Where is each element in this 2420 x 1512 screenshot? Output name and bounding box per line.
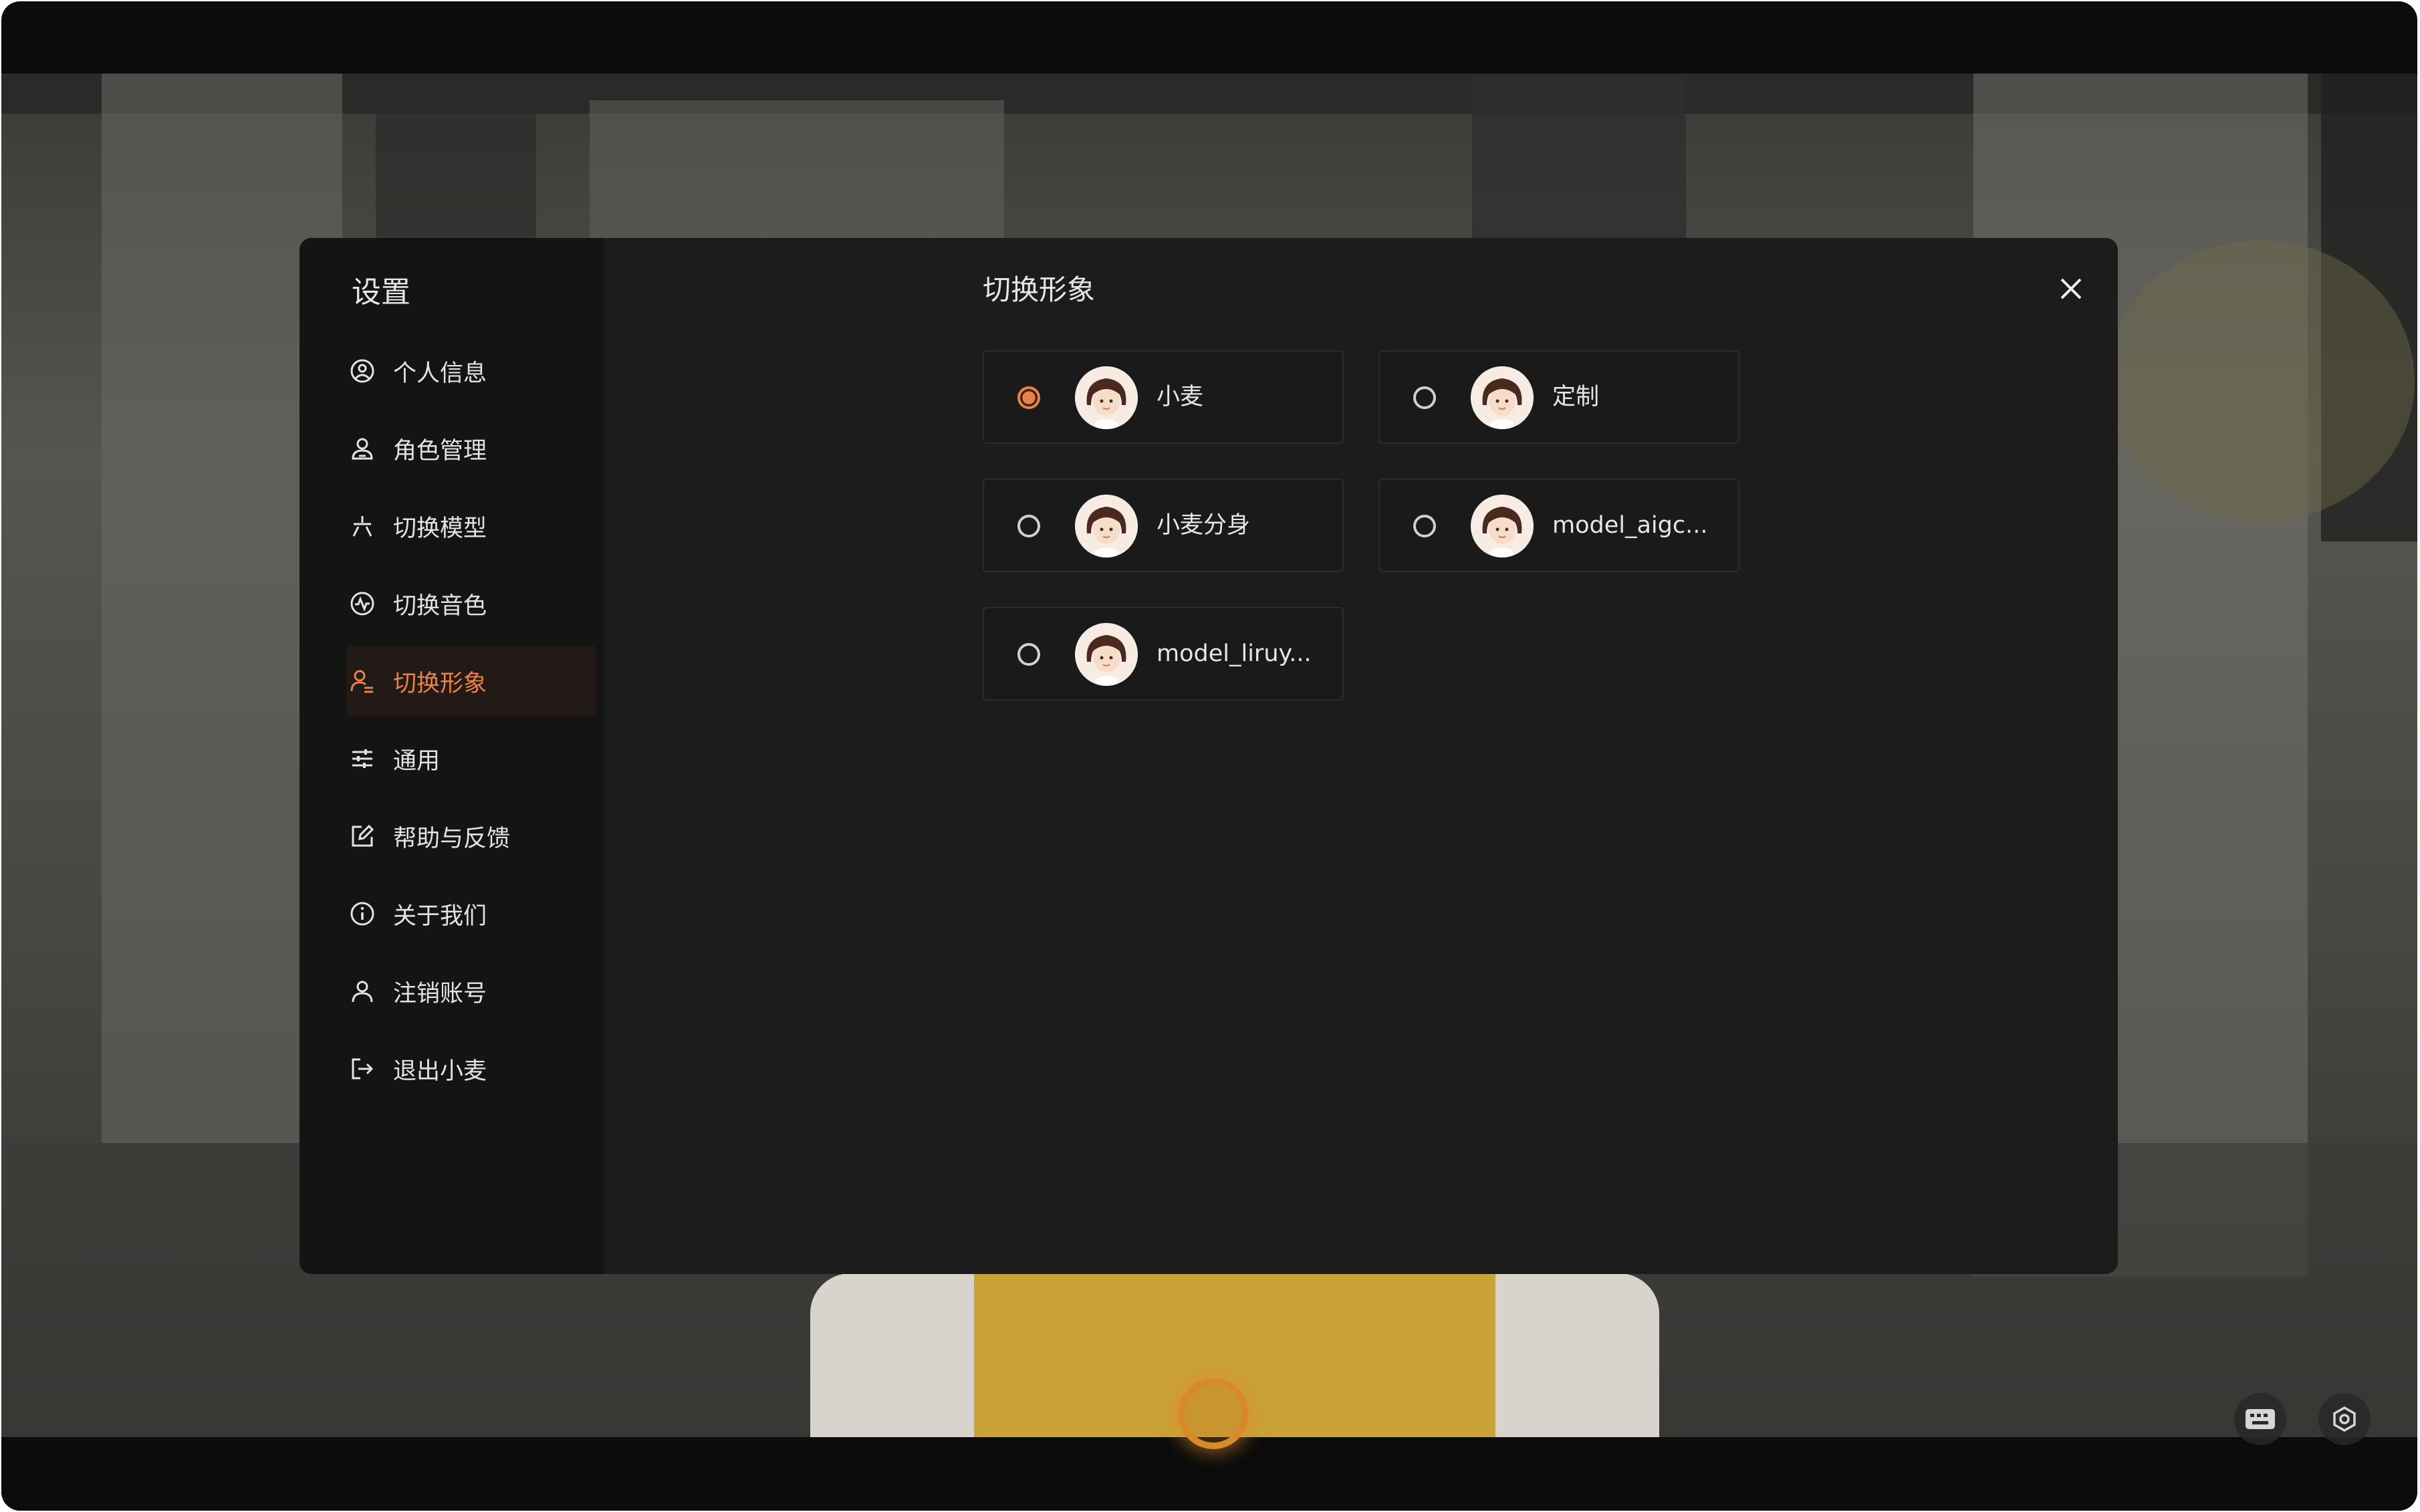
avatar [1471, 495, 1534, 557]
avatar [1075, 623, 1138, 686]
edit-icon [349, 823, 376, 850]
avatar [1075, 495, 1138, 557]
sidebar-item-label: 角色管理 [393, 437, 487, 465]
mic-ring-icon[interactable] [1178, 1378, 1249, 1449]
option-label: 小麦 [1157, 384, 1204, 410]
close-icon [2060, 278, 2082, 299]
sliders-icon [349, 745, 376, 772]
sidebar-item-label: 通用 [393, 747, 441, 775]
avatar-option-xiaomai[interactable]: 小麦 [983, 350, 1344, 444]
keyboard-icon[interactable] [2234, 1393, 2286, 1445]
user-circle-icon [349, 358, 376, 384]
settings-icon[interactable] [2318, 1393, 2371, 1445]
user-badge-icon [349, 435, 376, 462]
sidebar-item-general[interactable]: 通用 [346, 723, 596, 794]
avatar-switch-icon [349, 668, 376, 695]
avatar-option-custom[interactable]: 定制 [1378, 350, 1739, 444]
sidebar-item-label: 帮助与反馈 [393, 825, 511, 852]
option-label: 小麦分身 [1157, 512, 1251, 539]
radio-unselected[interactable] [1017, 643, 1040, 666]
sidebar-item-help-feedback[interactable]: 帮助与反馈 [346, 801, 596, 872]
option-label: model_liruy... [1157, 640, 1312, 667]
avatar [1471, 366, 1534, 429]
avatar-option-model-aigc[interactable]: model_aigc... [1378, 479, 1739, 572]
sidebar-item-switch-voice[interactable]: 切换音色 [346, 568, 596, 639]
option-label: model_aigc... [1552, 512, 1708, 539]
sidebar-item-label: 切换形象 [393, 670, 487, 697]
logout-icon [349, 1055, 376, 1082]
sidebar-item-about-us[interactable]: 关于我们 [346, 878, 596, 949]
avatar-option-xiaomai-clone[interactable]: 小麦分身 [983, 479, 1344, 572]
app-window: 设置 个人信息 角色管理 切换模型 切换音色 切换形象 通用 帮助与反馈 关于我… [1, 1, 2417, 1511]
sidebar-item-switch-model[interactable]: 切换模型 [346, 491, 596, 561]
sidebar-item-label: 切换音色 [393, 592, 487, 620]
option-label: 定制 [1552, 384, 1600, 410]
page-title: 切换形象 [983, 273, 1096, 306]
sidebar-item-personal-info[interactable]: 个人信息 [346, 336, 596, 406]
sidebar-item-switch-avatar[interactable]: 切换形象 [346, 646, 596, 717]
sidebar-item-label: 切换模型 [393, 515, 487, 542]
avatar [1075, 366, 1138, 429]
avatar-option-model-liruy[interactable]: model_liruy... [983, 607, 1344, 701]
sidebar-item-label: 个人信息 [393, 360, 487, 387]
sidebar-item-label: 退出小麦 [393, 1057, 487, 1085]
info-icon [349, 900, 376, 927]
radio-unselected[interactable] [1413, 515, 1436, 537]
sparkle-icon [349, 513, 376, 539]
sidebar-title: 设置 [352, 275, 410, 309]
sidebar-item-label: 注销账号 [393, 980, 487, 1007]
sidebar-item-logout[interactable]: 退出小麦 [346, 1033, 596, 1104]
sidebar-item-label: 关于我们 [393, 902, 487, 930]
radio-selected[interactable] [1017, 386, 1040, 409]
sound-icon [349, 590, 376, 617]
settings-modal: 设置 个人信息 角色管理 切换模型 切换音色 切换形象 通用 帮助与反馈 关于我… [299, 238, 2118, 1274]
sidebar-item-role-management[interactable]: 角色管理 [346, 413, 596, 484]
radio-unselected[interactable] [1017, 515, 1040, 537]
sidebar-item-delete-account[interactable]: 注销账号 [346, 956, 596, 1027]
radio-unselected[interactable] [1413, 386, 1436, 409]
settings-sidebar: 设置 个人信息 角色管理 切换模型 切换音色 切换形象 通用 帮助与反馈 关于我… [299, 238, 604, 1274]
close-button[interactable] [2054, 271, 2088, 306]
user-icon [349, 978, 376, 1005]
